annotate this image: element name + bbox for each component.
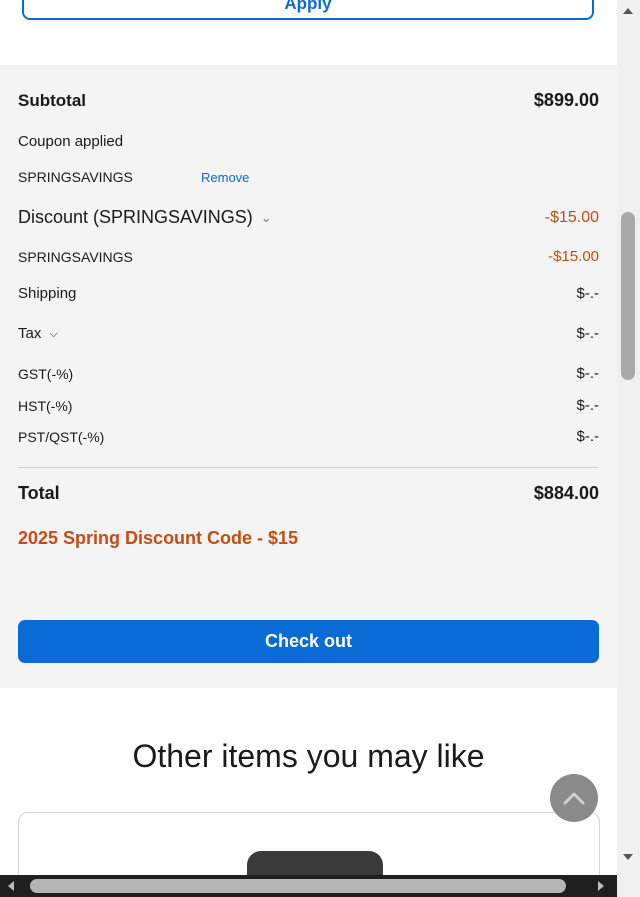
promo-message: 2025 Spring Discount Code - $15 xyxy=(18,528,299,548)
recommendations-title: Other items you may like xyxy=(132,738,485,774)
tax-row[interactable]: Tax ⌵ $-.- xyxy=(18,325,599,342)
product-image xyxy=(247,851,383,875)
remove-coupon-link[interactable]: Remove xyxy=(201,170,249,185)
discount-value: -$15.00 xyxy=(544,208,599,226)
gst-value: $-.- xyxy=(576,365,600,382)
pst-value: $-.- xyxy=(576,428,600,445)
hst-label: HST(-%) xyxy=(18,397,73,414)
chevron-down-icon[interactable]: ⌵ xyxy=(49,328,57,341)
scroll-right-arrow-icon[interactable] xyxy=(598,881,604,891)
hst-value: $-.- xyxy=(576,397,600,414)
discount-row[interactable]: Discount (SPRINGSAVINGS) ⌄ -$15.00 xyxy=(18,207,599,228)
product-card[interactable] xyxy=(18,812,600,875)
pst-label: PST/QST(-%) xyxy=(18,428,105,445)
order-summary: Subtotal $899.00 Coupon applied SPRINGSA… xyxy=(0,65,617,688)
coupon-applied-row: Coupon applied xyxy=(18,133,599,150)
discount-detail-code: SPRINGSAVINGS xyxy=(18,248,133,265)
shipping-value: $-.- xyxy=(576,285,600,302)
checkout-button[interactable]: Check out xyxy=(18,620,599,663)
vertical-scrollbar[interactable] xyxy=(617,0,640,875)
total-value: $884.00 xyxy=(533,483,599,503)
chevron-up-icon xyxy=(563,792,585,805)
tax-value: $-.- xyxy=(576,325,600,342)
horizontal-scrollbar-thumb[interactable] xyxy=(30,879,566,893)
subtotal-row: Subtotal $899.00 xyxy=(18,90,599,111)
chevron-down-icon[interactable]: ⌄ xyxy=(261,210,272,226)
subtotal-value: $899.00 xyxy=(533,90,599,110)
discount-label: Discount (SPRINGSAVINGS) xyxy=(18,207,253,227)
vertical-scrollbar-thumb[interactable] xyxy=(621,212,635,380)
scroll-up-arrow-icon[interactable] xyxy=(623,8,633,14)
total-label: Total xyxy=(18,483,60,503)
page-content: Apply Subtotal $899.00 Coupon applied SP… xyxy=(0,0,617,875)
tax-label: Tax xyxy=(18,325,42,342)
coupon-code: SPRINGSAVINGS xyxy=(18,169,133,185)
apply-coupon-button[interactable]: Apply xyxy=(22,0,594,20)
total-row: Total $884.00 xyxy=(18,483,599,504)
coupon-code-row: SPRINGSAVINGS Remove xyxy=(18,169,599,185)
scrollbar-corner xyxy=(617,875,640,897)
shipping-label: Shipping xyxy=(18,285,77,302)
scroll-to-top-button[interactable] xyxy=(550,774,598,822)
gst-row: GST(-%) $-.- xyxy=(18,365,599,382)
scroll-left-arrow-icon[interactable] xyxy=(8,881,14,891)
shipping-row: Shipping $-.- xyxy=(18,285,599,302)
horizontal-scrollbar[interactable] xyxy=(0,875,617,897)
gst-label: GST(-%) xyxy=(18,365,74,382)
subtotal-label: Subtotal xyxy=(18,90,86,110)
summary-divider xyxy=(18,467,599,468)
discount-detail-row: SPRINGSAVINGS -$15.00 xyxy=(18,248,599,265)
scroll-down-arrow-icon[interactable] xyxy=(623,854,633,860)
discount-detail-value: -$15.00 xyxy=(548,248,599,265)
hst-row: HST(-%) $-.- xyxy=(18,397,599,414)
coupon-applied-label: Coupon applied xyxy=(18,133,124,150)
pst-row: PST/QST(-%) $-.- xyxy=(18,428,599,445)
